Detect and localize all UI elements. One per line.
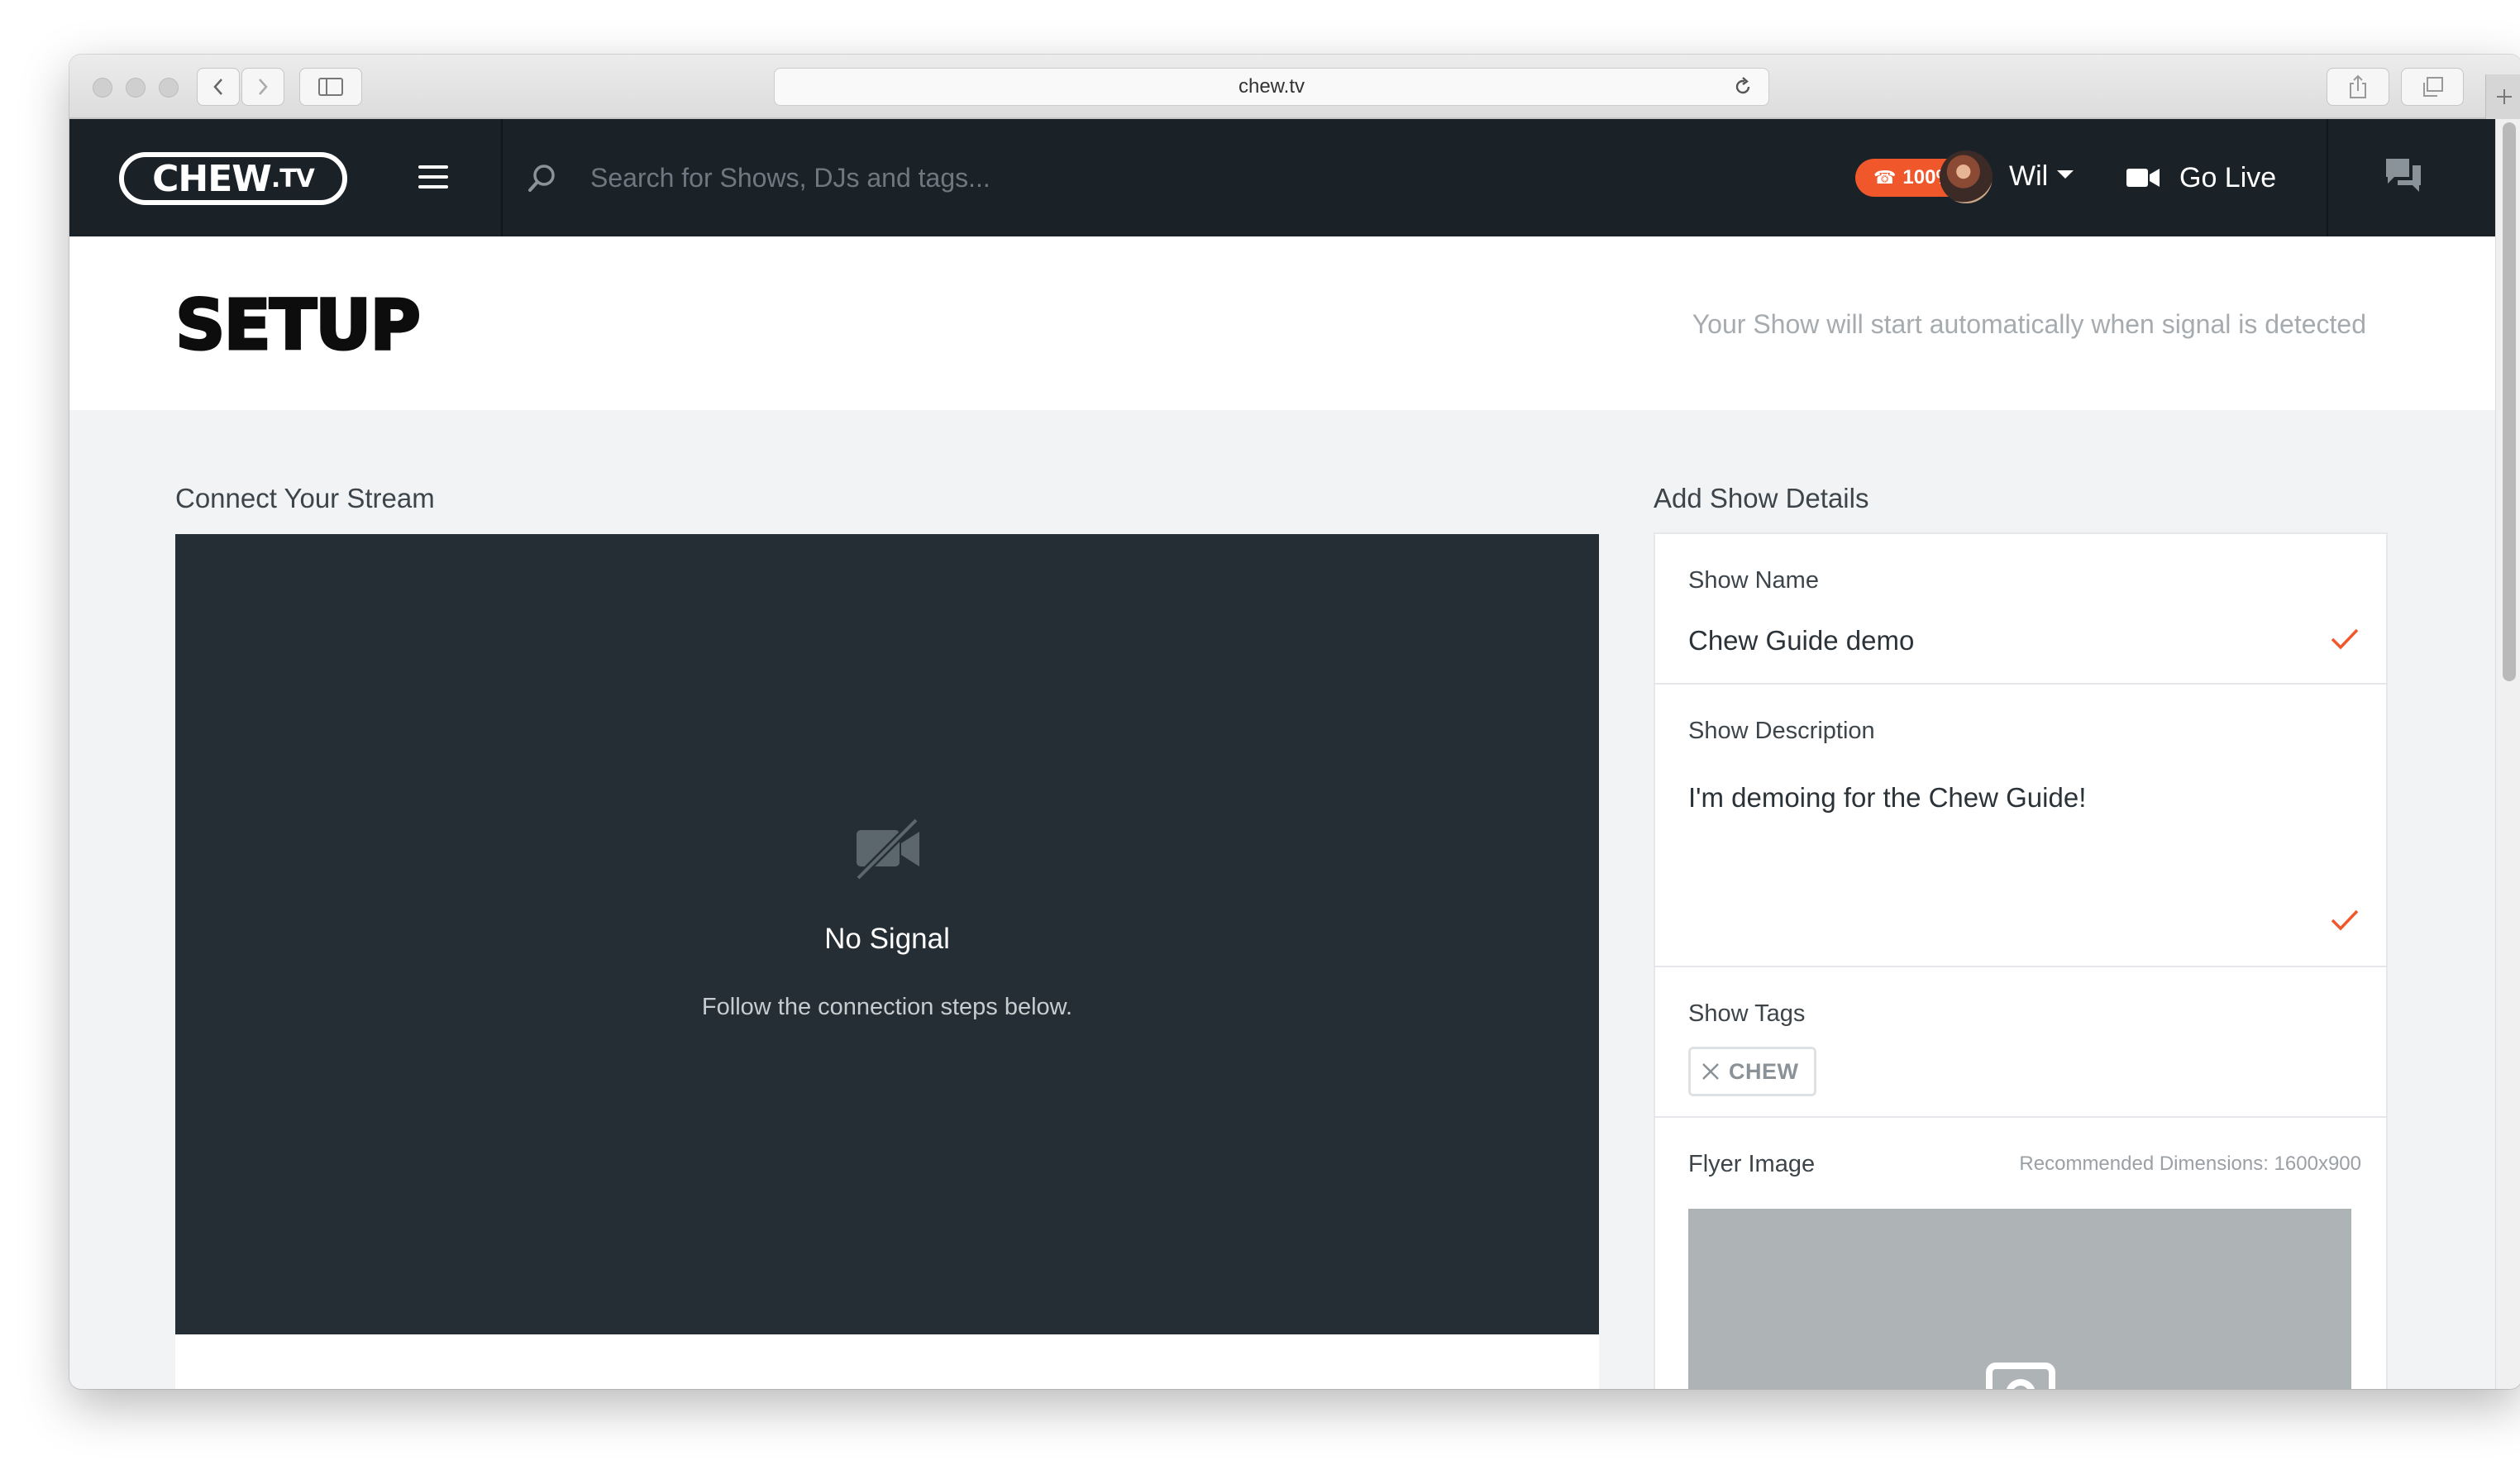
menu-icon-bar: [418, 165, 448, 169]
tabs-overview-button[interactable]: [2401, 68, 2464, 106]
chevron-left-icon: [213, 79, 222, 95]
logo-suffix: .TV: [270, 164, 315, 193]
remove-tag-icon[interactable]: [1701, 1062, 1721, 1081]
checkmark-icon: [2331, 628, 2359, 650]
page-scrollbar[interactable]: [2495, 119, 2520, 1389]
no-signal-title: No Signal: [824, 923, 950, 955]
flyer-upload-area[interactable]: [1688, 1209, 2351, 1389]
plus-icon: [2496, 89, 2512, 104]
menu-icon-bar: [418, 175, 448, 179]
back-button[interactable]: [197, 68, 240, 106]
caret-down-icon[interactable]: [2057, 170, 2074, 179]
checkmark-icon: [2331, 909, 2359, 931]
user-avatar[interactable]: [1940, 150, 1993, 203]
stream-preview: No Signal Follow the connection steps be…: [175, 534, 1599, 1334]
show-name-input[interactable]: Chew Guide demo: [1688, 625, 1914, 656]
go-live-label: Go Live: [2179, 161, 2277, 193]
flyer-dimensions-hint: Recommended Dimensions: 1600x900: [2019, 1153, 2361, 1175]
battery-icon: ☎: [1873, 167, 1897, 188]
flyer-image-label: Flyer Image: [1688, 1151, 1816, 1177]
video-camera-icon: [2126, 169, 2160, 187]
browser-toolbar: chew.tv: [69, 55, 2520, 119]
zoom-window-button[interactable]: [159, 78, 179, 98]
chew-logo[interactable]: CHEW .TV: [119, 152, 347, 205]
sidebar-icon: [318, 78, 343, 96]
browser-window: chew.tv CHEW.TV ☎ 100%: [69, 55, 2520, 1389]
share-icon: [2350, 74, 2366, 98]
header-divider: [2327, 119, 2328, 236]
tabs-icon: [2423, 77, 2443, 97]
setup-header: SETUP Your Show will start automatically…: [69, 236, 2495, 410]
new-tab-button[interactable]: [2485, 74, 2520, 119]
show-name-label: Show Name: [1688, 567, 1819, 594]
hamburger-menu-button[interactable]: [417, 160, 450, 193]
show-details-heading: Add Show Details: [1654, 483, 1869, 513]
tag-chip[interactable]: CHEW: [1688, 1047, 1816, 1096]
show-description-textarea[interactable]: I'm demoing for the Chew Guide!: [1688, 782, 2086, 814]
show-description-field[interactable]: Show Description I'm demoing for the Che…: [1655, 685, 2386, 967]
camera-off-icon: [855, 817, 919, 881]
user-name[interactable]: Wil: [2009, 160, 2048, 193]
tag-label: CHEW: [1729, 1058, 1799, 1084]
show-tags-label: Show Tags: [1688, 1000, 1806, 1027]
share-button[interactable]: [2327, 68, 2389, 106]
no-signal-subtitle: Follow the connection steps below.: [701, 994, 1073, 1020]
search-input[interactable]: [590, 155, 1252, 200]
connect-stream-heading: Connect Your Stream: [175, 483, 435, 513]
sidebar-toggle-button[interactable]: [299, 68, 362, 106]
show-name-field[interactable]: Show Name Chew Guide demo: [1655, 534, 2386, 685]
scrollbar-thumb[interactable]: [2503, 122, 2516, 681]
show-description-label: Show Description: [1688, 718, 1875, 744]
close-window-button[interactable]: [93, 78, 112, 98]
logo-text: CHEW: [152, 157, 272, 200]
header-divider: [501, 119, 503, 236]
reload-icon[interactable]: [1732, 76, 1754, 98]
flyer-image-field: Flyer Image Recommended Dimensions: 1600…: [1655, 1118, 2386, 1389]
connection-steps-panel: [175, 1334, 1599, 1389]
go-live-button[interactable]: Go Live: [2126, 155, 2276, 200]
url-text: chew.tv: [1238, 75, 1305, 98]
show-details-card: Show Name Chew Guide demo Show Descripti…: [1654, 532, 2388, 1389]
chevron-right-icon: [259, 79, 268, 95]
site-header: CHEW.TV ☎ 100% Wil Go Live: [69, 119, 2495, 236]
image-upload-icon: [1986, 1363, 2055, 1389]
chat-icon[interactable]: [2384, 157, 2422, 193]
address-bar[interactable]: chew.tv: [774, 68, 1769, 106]
search-icon: [528, 165, 555, 192]
show-tags-field[interactable]: Show Tags CHEW: [1655, 967, 2386, 1118]
minimize-window-button[interactable]: [126, 78, 146, 98]
page-title: SETUP: [174, 284, 422, 367]
forward-button[interactable]: [241, 68, 284, 106]
menu-icon-bar: [418, 185, 448, 189]
setup-hint: Your Show will start automatically when …: [1692, 309, 2366, 339]
